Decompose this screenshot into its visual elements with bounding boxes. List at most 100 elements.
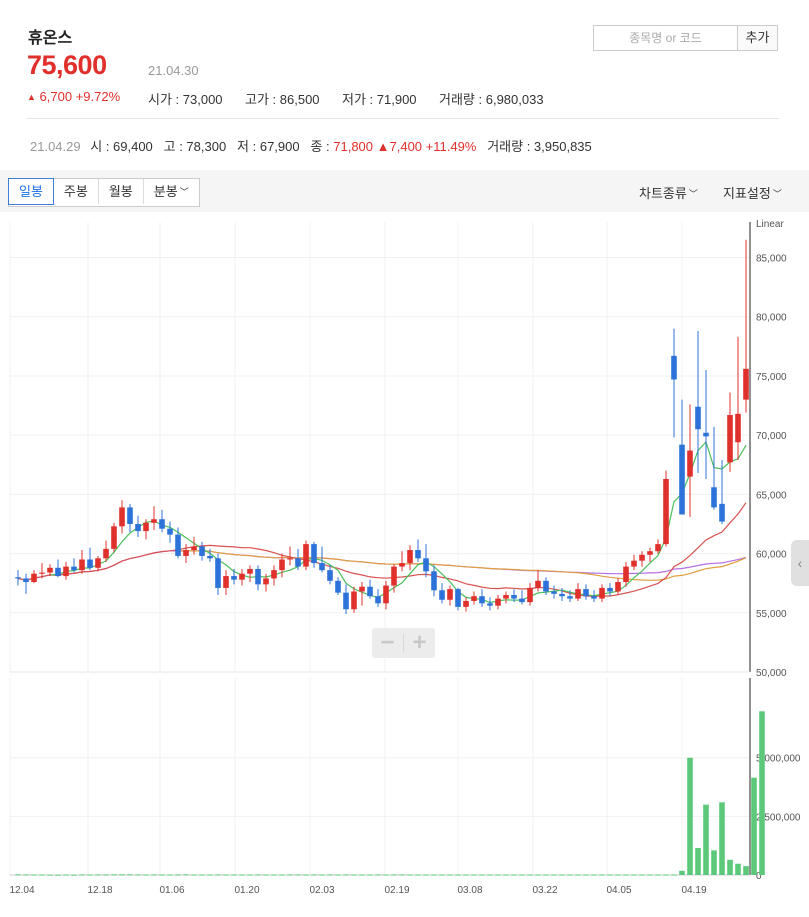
volume-bar bbox=[479, 874, 485, 876]
candle-body bbox=[591, 596, 597, 599]
candle-body bbox=[487, 603, 493, 606]
price-tick-label: 60,000 bbox=[756, 550, 787, 561]
candle-body bbox=[303, 544, 309, 567]
volume-bar bbox=[687, 757, 693, 875]
volume-bar bbox=[607, 874, 613, 876]
volume-bar bbox=[239, 874, 245, 876]
candle-body bbox=[223, 576, 229, 588]
candle-body bbox=[519, 598, 525, 603]
volume-bar bbox=[295, 874, 301, 876]
volume-bar bbox=[559, 874, 565, 876]
stock-search-input[interactable] bbox=[594, 26, 737, 50]
previous-volume: 거래량 : 3,950,835 bbox=[487, 139, 592, 154]
candle-body bbox=[207, 555, 213, 559]
candle-body bbox=[239, 573, 245, 580]
volume-bar bbox=[359, 874, 365, 876]
candle-body bbox=[247, 568, 253, 574]
volume-bar bbox=[175, 874, 181, 876]
volume-bar bbox=[15, 874, 21, 876]
up-arrow-icon: ▲ bbox=[27, 92, 36, 102]
candle-body bbox=[559, 593, 565, 597]
candle-body bbox=[535, 580, 541, 588]
candle-body bbox=[663, 478, 669, 545]
candle-body bbox=[399, 563, 405, 567]
volume-bar bbox=[151, 874, 157, 876]
candle-body bbox=[479, 596, 485, 604]
chart-type-dropdown[interactable]: 차트종류 ﹀ bbox=[639, 183, 698, 202]
stat-volume: 거래량 : 6,980,033 bbox=[439, 92, 544, 107]
candle-body bbox=[287, 558, 293, 560]
candle-body bbox=[279, 559, 285, 571]
indicator-settings-dropdown[interactable]: 지표설정 ﹀ bbox=[723, 183, 782, 202]
chevron-down-icon: ﹀ bbox=[688, 189, 698, 199]
candle-body bbox=[255, 568, 261, 585]
volume-bar bbox=[567, 874, 573, 876]
candle-body bbox=[711, 487, 717, 508]
price-tick-label: 65,000 bbox=[756, 490, 787, 501]
candle-body bbox=[263, 578, 269, 585]
stock-name: 휴온스 bbox=[28, 30, 73, 47]
zoom-in-button[interactable]: + bbox=[404, 629, 435, 657]
candle-body bbox=[671, 355, 677, 380]
tab-minute[interactable]: 분봉 ﹀ bbox=[144, 179, 199, 204]
volume-bar bbox=[303, 874, 309, 876]
divider bbox=[27, 118, 779, 119]
candle-body bbox=[335, 580, 341, 593]
date-tick-label: 12.04 bbox=[9, 885, 34, 896]
volume-bar bbox=[631, 874, 637, 876]
volume-bar bbox=[351, 874, 357, 876]
volume-bar bbox=[703, 804, 709, 875]
volume-bar bbox=[143, 874, 149, 876]
volume-bar bbox=[447, 874, 453, 876]
candle-body bbox=[351, 591, 357, 610]
candle-body bbox=[599, 587, 605, 599]
volume-bar bbox=[455, 874, 461, 876]
candle-body bbox=[383, 585, 389, 604]
volume-bar bbox=[159, 874, 165, 876]
candle-body bbox=[423, 558, 429, 572]
candle-body bbox=[327, 570, 333, 581]
date-tick-label: 03.22 bbox=[532, 885, 557, 896]
candle-body bbox=[159, 519, 165, 529]
stock-search-field[interactable] bbox=[593, 25, 738, 51]
zoom-out-button[interactable]: − bbox=[372, 629, 403, 657]
tab-weekly[interactable]: 주봉 bbox=[54, 179, 99, 204]
price-volume-chart[interactable]: Linear 50,000 55,000 60,000 65,000 70,000 75,0… bbox=[0, 212, 809, 912]
add-button[interactable]: 추가 bbox=[737, 25, 778, 51]
volume-bar bbox=[247, 874, 253, 876]
previous-high: 고 : 78,300 bbox=[163, 139, 227, 154]
volume-bar bbox=[407, 874, 413, 876]
candle-body bbox=[95, 558, 101, 568]
volume-bar bbox=[551, 874, 557, 876]
volume-bar bbox=[575, 874, 581, 876]
candle-body bbox=[639, 554, 645, 561]
candle-body bbox=[311, 544, 317, 564]
price-tick-label: 70,000 bbox=[756, 431, 787, 442]
tab-daily[interactable]: 일봉 bbox=[8, 178, 54, 205]
volume-bar bbox=[463, 874, 469, 876]
date-tick-label: 02.03 bbox=[309, 885, 334, 896]
volume-bar bbox=[255, 874, 261, 876]
volume-bar bbox=[223, 874, 229, 876]
candle-body bbox=[39, 572, 45, 574]
volume-bar bbox=[63, 874, 69, 876]
date-tick-label: 03.08 bbox=[457, 885, 482, 896]
candle-body bbox=[271, 570, 277, 579]
volume-bar bbox=[87, 874, 93, 876]
volume-bar bbox=[543, 874, 549, 876]
candle-body bbox=[295, 558, 301, 567]
tab-monthly[interactable]: 월봉 bbox=[99, 179, 144, 204]
candle-body bbox=[175, 534, 181, 556]
candle-body bbox=[47, 567, 53, 573]
volume-bar bbox=[55, 874, 61, 876]
volume-bar bbox=[271, 874, 277, 876]
candle-body bbox=[143, 522, 149, 532]
volume-bar bbox=[191, 874, 197, 876]
price-change: ▲ 6,700 +9.72% bbox=[27, 89, 120, 104]
volume-bar bbox=[135, 874, 141, 876]
volume-bar bbox=[23, 874, 29, 876]
side-panel-toggle[interactable]: ‹ bbox=[791, 540, 809, 586]
volume-bar bbox=[335, 874, 341, 876]
volume-bar bbox=[487, 874, 493, 876]
volume-bar bbox=[367, 874, 373, 876]
